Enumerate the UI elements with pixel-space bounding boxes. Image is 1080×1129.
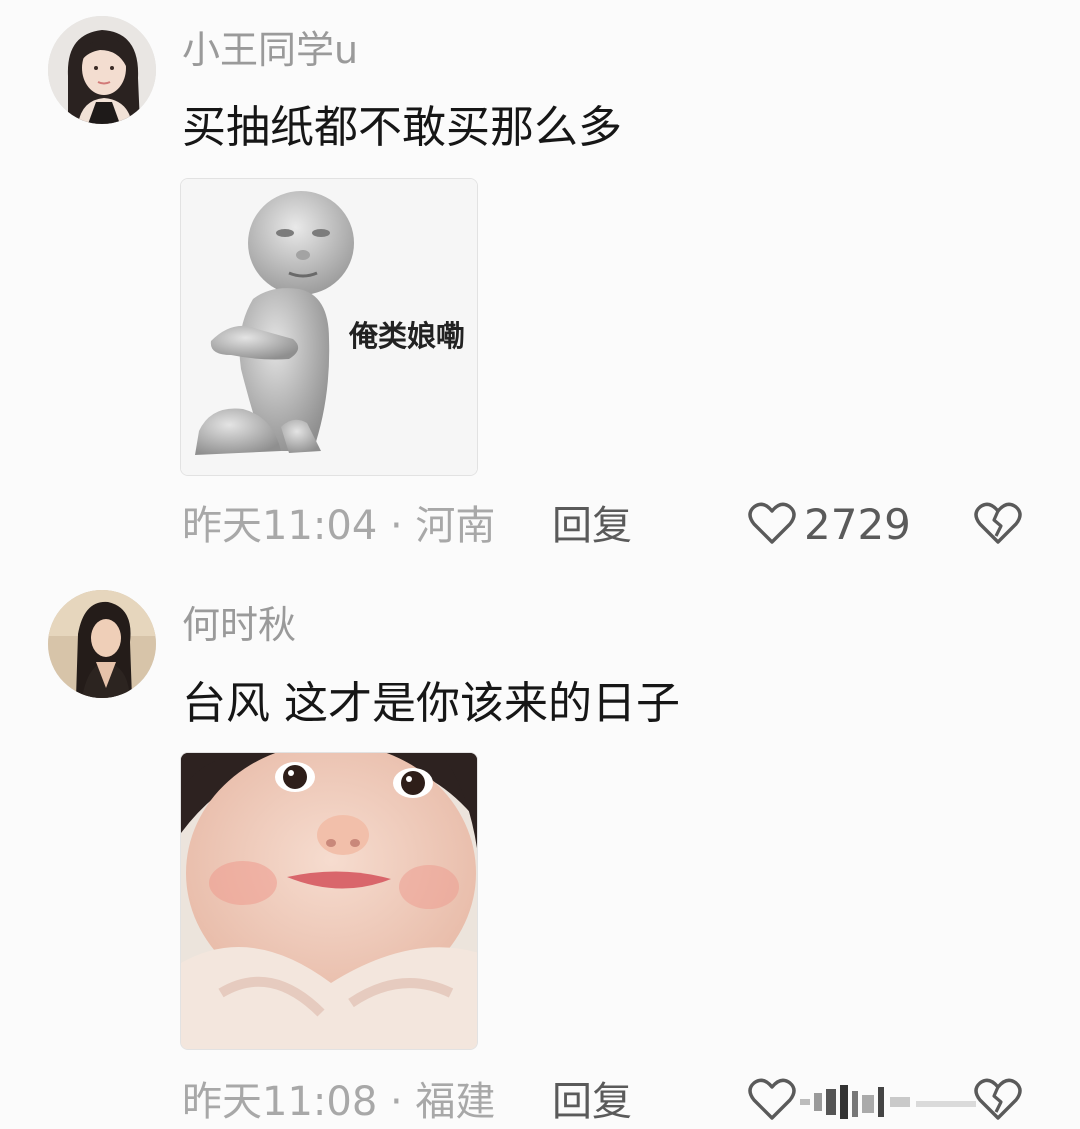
like-count: 2729 bbox=[804, 500, 911, 549]
meme-sticker[interactable]: 俺类娘嘞 bbox=[180, 178, 478, 476]
reply-button[interactable]: 回复 bbox=[552, 506, 632, 546]
sticker-caption: 俺类娘嘞 bbox=[349, 319, 466, 353]
reply-button[interactable]: 回复 bbox=[552, 1082, 632, 1122]
baby-face-sticker[interactable] bbox=[180, 752, 478, 1050]
username[interactable]: 何时秋 bbox=[182, 606, 296, 644]
dislike-button[interactable] bbox=[974, 500, 1022, 548]
comment-text: 买抽纸都不敢买那么多 bbox=[182, 102, 622, 153]
username[interactable]: 小王同学u bbox=[182, 31, 358, 69]
watermark-overlay bbox=[796, 1078, 1076, 1126]
broken-heart-icon bbox=[974, 502, 1022, 550]
time-location: 昨天11:04 · 河南 bbox=[182, 503, 496, 549]
comment-text: 台风 这才是你该来的日子 bbox=[182, 678, 680, 729]
heart-icon bbox=[748, 501, 796, 549]
like-button[interactable] bbox=[748, 1077, 796, 1125]
like-button[interactable]: 2729 bbox=[748, 501, 911, 549]
user-avatar[interactable] bbox=[48, 590, 156, 698]
time-location: 昨天11:08 · 福建 bbox=[182, 1079, 496, 1125]
user-avatar[interactable] bbox=[48, 16, 156, 124]
heart-icon bbox=[748, 1077, 796, 1125]
